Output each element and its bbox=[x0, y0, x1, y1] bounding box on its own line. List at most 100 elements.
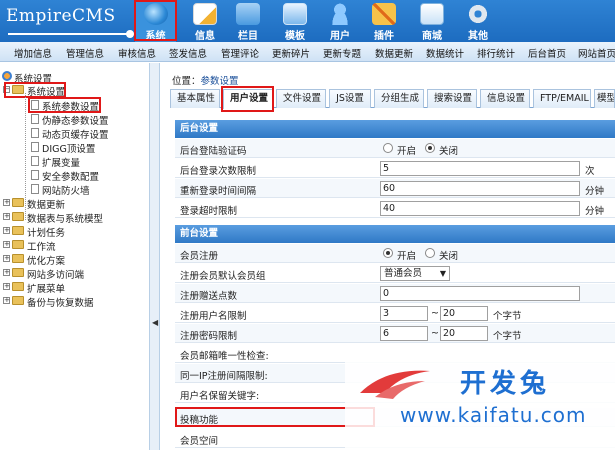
highlight-tab-user-settings bbox=[221, 86, 274, 112]
submenu-data-stats[interactable]: 数据统计 bbox=[426, 46, 464, 60]
tab-model[interactable]: 模型 bbox=[594, 89, 615, 108]
empirecms-logo: EmpireCMS bbox=[6, 6, 116, 26]
row-default-group: 注册会员默认会员组 普通会员 ▼ bbox=[175, 264, 615, 283]
tree-group-backup[interactable]: + 备份与恢复数据 bbox=[0, 295, 150, 309]
tree-group-tables-models[interactable]: + 数据表与系统模型 bbox=[0, 211, 150, 225]
submenu-add-info[interactable]: 增加信息 bbox=[14, 46, 52, 60]
submenu-ranking-stats[interactable]: 排行统计 bbox=[477, 46, 515, 60]
folder-icon bbox=[12, 282, 24, 291]
expand-icon: + bbox=[3, 296, 10, 304]
folder-icon bbox=[12, 268, 24, 277]
highlight-tree-system-settings bbox=[4, 82, 66, 98]
row-relogin-interval: 重新登录时间间隔 60 分钟 bbox=[175, 179, 615, 198]
logo-dot bbox=[126, 30, 134, 38]
nav-column[interactable]: 栏目 bbox=[226, 0, 270, 42]
expand-icon: + bbox=[3, 268, 10, 276]
nav-template[interactable]: 模板 bbox=[273, 0, 317, 42]
page-icon bbox=[31, 184, 39, 194]
page-icon bbox=[31, 156, 39, 166]
submenu-sign-info[interactable]: 签发信息 bbox=[169, 46, 207, 60]
nav-user[interactable]: 用户 bbox=[318, 0, 362, 42]
page-icon bbox=[31, 114, 39, 124]
highlight-tree-system-params bbox=[28, 97, 101, 113]
gift-points-input[interactable]: 0 bbox=[380, 286, 580, 301]
folder-icon bbox=[12, 198, 24, 207]
row-member-register: 会员注册 开启 关闭 bbox=[175, 244, 615, 263]
top-header: EmpireCMS 系统 信息 栏目 模板 用户 插件 商城 其他 bbox=[0, 0, 615, 42]
logo-underline bbox=[8, 33, 128, 35]
radio-register-off[interactable] bbox=[425, 248, 435, 258]
page-icon bbox=[31, 170, 39, 180]
expand-icon: + bbox=[3, 198, 10, 206]
tab-basic[interactable]: 基本属性 bbox=[170, 89, 220, 108]
submenu-manage-info[interactable]: 管理信息 bbox=[66, 46, 104, 60]
nav-other[interactable]: 其他 bbox=[456, 0, 500, 42]
submenu-data-update[interactable]: 数据更新 bbox=[375, 46, 413, 60]
tree-group-extend-menu[interactable]: + 扩展菜单 bbox=[0, 281, 150, 295]
breadcrumb: 位置：参数设置 bbox=[172, 76, 239, 87]
watermark: 开发兔 www.kaifatu.com bbox=[345, 355, 615, 450]
default-group-select[interactable]: 普通会员 ▼ bbox=[380, 266, 450, 281]
login-timeout-input[interactable]: 40 bbox=[380, 201, 580, 216]
nav-info[interactable]: 信息 bbox=[183, 0, 227, 42]
row-login-limit: 后台登录次数限制 5 次 bbox=[175, 159, 615, 178]
row-username-length: 注册用户名限制 3 ~ 20 个字节 bbox=[175, 304, 615, 323]
tree-group-scheduled-tasks[interactable]: + 计划任务 bbox=[0, 225, 150, 239]
tree-group-optimization[interactable]: + 优化方案 bbox=[0, 253, 150, 267]
row-password-length: 注册密码限制 6 ~ 20 个字节 bbox=[175, 324, 615, 343]
expand-icon: + bbox=[3, 212, 10, 220]
highlight-nav-system bbox=[134, 0, 177, 41]
document-edit-icon bbox=[193, 3, 217, 25]
submenu-update-topics[interactable]: 更新专题 bbox=[323, 46, 361, 60]
tab-search-settings[interactable]: 搜索设置 bbox=[427, 89, 477, 108]
section-front-settings: 前台设置 bbox=[175, 225, 615, 243]
tab-ftp-email[interactable]: FTP/EMAIL bbox=[533, 89, 591, 108]
watermark-cn-text: 开发兔 bbox=[460, 369, 551, 399]
dropdown-caret-icon: ▼ bbox=[439, 269, 446, 278]
radio-captcha-off[interactable] bbox=[425, 143, 435, 153]
nav-shop[interactable]: 商城 bbox=[410, 0, 454, 42]
submenu-manage-comments[interactable]: 管理评论 bbox=[221, 46, 259, 60]
rabbit-logo-icon bbox=[360, 370, 430, 399]
user-icon bbox=[328, 3, 352, 25]
folder-icon bbox=[12, 240, 24, 249]
tab-file-settings[interactable]: 文件设置 bbox=[276, 89, 326, 108]
gear-icon bbox=[466, 3, 490, 25]
shop-icon bbox=[420, 3, 444, 25]
radio-register-on[interactable] bbox=[383, 248, 393, 258]
radio-captcha-on[interactable] bbox=[383, 143, 393, 153]
relogin-interval-input[interactable]: 60 bbox=[380, 181, 580, 196]
submenu-site-home[interactable]: 网站首页 bbox=[578, 46, 615, 60]
sidebar-splitter[interactable]: ◀ bbox=[150, 63, 160, 450]
tree-group-workflow[interactable]: + 工作流 bbox=[0, 239, 150, 253]
username-max-input[interactable]: 20 bbox=[440, 306, 488, 321]
password-max-input[interactable]: 20 bbox=[440, 326, 488, 341]
tree-group-data-update[interactable]: + 数据更新 bbox=[0, 197, 150, 211]
expand-icon: + bbox=[3, 282, 10, 290]
folder-icon bbox=[12, 296, 24, 305]
row-gift-points: 注册赠送点数 0 bbox=[175, 284, 615, 303]
password-min-input[interactable]: 6 bbox=[380, 326, 428, 341]
submenu-review-info[interactable]: 审核信息 bbox=[118, 46, 156, 60]
submenu-admin-home[interactable]: 后台首页 bbox=[528, 46, 566, 60]
tab-js-settings[interactable]: JS设置 bbox=[329, 89, 371, 108]
watermark-url-text: www.kaifatu.com bbox=[400, 403, 587, 427]
page-icon bbox=[31, 128, 39, 138]
tab-info-settings[interactable]: 信息设置 bbox=[480, 89, 530, 108]
tab-group-generate[interactable]: 分组生成 bbox=[374, 89, 424, 108]
submenu-update-fragments[interactable]: 更新碎片 bbox=[272, 46, 310, 60]
folder-icon bbox=[12, 212, 24, 221]
tree-group-multi-access[interactable]: + 网站多访问端 bbox=[0, 267, 150, 281]
collapse-left-icon[interactable]: ◀ bbox=[152, 318, 158, 327]
nav-plugin[interactable]: 插件 bbox=[362, 0, 406, 42]
username-min-input[interactable]: 3 bbox=[380, 306, 428, 321]
sub-menu-bar: 增加信息 管理信息 审核信息 签发信息 管理评论 更新碎片 更新专题 数据更新 … bbox=[0, 42, 615, 62]
folder-icon bbox=[236, 3, 260, 25]
row-login-timeout: 登录超时限制 40 分钟 bbox=[175, 199, 615, 218]
template-icon bbox=[283, 3, 307, 25]
page-icon bbox=[31, 142, 39, 152]
folder-icon bbox=[12, 226, 24, 235]
section-admin-settings: 后台设置 bbox=[175, 120, 615, 138]
expand-icon: + bbox=[3, 254, 10, 262]
login-limit-input[interactable]: 5 bbox=[380, 161, 580, 176]
